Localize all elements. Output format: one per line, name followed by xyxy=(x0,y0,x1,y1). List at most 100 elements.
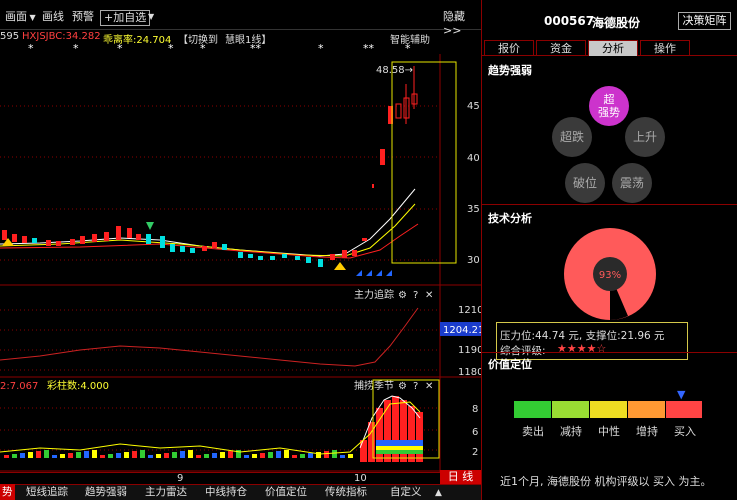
bottom-tab-short-track[interactable]: 短线追踪 xyxy=(26,484,68,500)
position-marker-icon: ▼ xyxy=(677,388,686,401)
mini-bar xyxy=(36,451,41,458)
high-price-label: 48.58→ xyxy=(376,65,413,76)
mini-bar xyxy=(324,451,329,458)
indicator-tick: 8 xyxy=(472,404,478,415)
mini-bar xyxy=(172,452,177,458)
scale-segment-increase xyxy=(628,401,665,418)
hide-panel-button[interactable]: 隐藏>> xyxy=(443,8,481,37)
scale-label-neutral: 中性 xyxy=(598,425,620,438)
mini-bar xyxy=(188,450,193,458)
gear-icon: ⚙ xyxy=(398,290,407,301)
tech-analysis-title: 技术分析 xyxy=(488,212,532,225)
period-day-button[interactable]: 日 线 xyxy=(440,470,481,484)
code-fragment: 595 xyxy=(0,31,20,42)
mini-bar xyxy=(212,453,217,458)
candlestick-chart[interactable]: 48.58→ 45 40 35 30 xyxy=(0,54,481,286)
indicator-tick: 1210 xyxy=(458,305,481,316)
indicator-tick: 1190 xyxy=(458,345,481,356)
bottom-tab-main-radar[interactable]: 主力雷达 xyxy=(145,484,187,500)
time-tick: 9 xyxy=(177,473,184,484)
bottom-tab-custom[interactable]: 自定义 xyxy=(390,484,422,500)
close-icon: ✕ xyxy=(425,381,433,392)
mini-bar xyxy=(252,454,257,458)
tab-operation[interactable]: 操作 xyxy=(640,40,690,56)
bottom-tab-value-position[interactable]: 价值定位 xyxy=(265,484,307,500)
scale-segment-buy xyxy=(666,401,702,418)
indicator-title: 主力追踪 xyxy=(354,288,394,301)
bottom-tab-trend[interactable]: 势 xyxy=(0,484,15,500)
scale-segment-sell xyxy=(514,401,551,418)
mini-bar xyxy=(308,453,313,458)
mini-bar xyxy=(140,450,145,458)
indicator-tick: 6 xyxy=(472,427,478,438)
tab-funds[interactable]: 资金 xyxy=(536,40,586,56)
triangle-up-icon[interactable]: ▲ xyxy=(435,488,442,498)
scale-label-sell: 卖出 xyxy=(522,425,544,438)
mini-bar xyxy=(300,454,305,458)
price-tick: 35 xyxy=(467,204,480,215)
price-tick: 45 xyxy=(467,101,480,112)
scale-segment-neutral xyxy=(590,401,627,418)
help-icon: ? xyxy=(413,381,418,392)
rating-summary: 近1个月, 海德股份 机构评级以 买入 为主。 xyxy=(500,475,712,488)
highlight-box xyxy=(391,61,457,264)
analysis-tabbar: 报价 资金 分析 操作 xyxy=(482,40,737,56)
bottom-tab-traditional[interactable]: 传统指标 xyxy=(325,484,367,500)
signal-star-row: * * * * * ** * ** * xyxy=(0,42,440,55)
fishing-value-label: 2:7.067 xyxy=(0,381,38,392)
tab-quote[interactable]: 报价 xyxy=(484,40,534,56)
bottom-tab-mid-holding[interactable]: 中线持仓 xyxy=(205,484,247,500)
main-force-tracking-chart[interactable]: 主力追踪 ⚙ ? ✕ 1210 1190 1180 1204.21 xyxy=(0,286,481,378)
fishing-season-chart[interactable]: 2:7.067 彩柱数:4.000 捕捞季节 ⚙ ? ✕ 8 6 2 xyxy=(0,378,481,472)
mini-bar xyxy=(44,450,49,458)
up-arrow-icon xyxy=(334,262,346,270)
mini-bar xyxy=(28,452,33,458)
mini-bar xyxy=(156,454,161,458)
mini-bar xyxy=(4,455,9,458)
indicator-title: 捕捞季节 xyxy=(354,379,394,392)
stock-code: 000567 xyxy=(544,14,595,28)
mini-bar xyxy=(244,455,249,458)
mini-bar xyxy=(348,454,353,458)
alert-button[interactable]: 预警 xyxy=(72,8,94,24)
tech-score-gauge: 93% xyxy=(564,228,656,320)
mini-bar xyxy=(284,450,289,458)
bottom-tab-trend-strength[interactable]: 趋势强弱 xyxy=(85,484,127,500)
price-tick: 30 xyxy=(467,255,480,266)
draw-line-button[interactable]: 画线 xyxy=(42,8,64,24)
mini-bar xyxy=(228,451,233,458)
trend-shock: 震荡 xyxy=(612,163,652,203)
mini-bar xyxy=(84,451,89,458)
time-tick: 10 xyxy=(354,473,367,484)
mini-bar xyxy=(292,455,297,458)
indicator-tick: 1180 xyxy=(458,367,481,378)
scale-label-increase: 增持 xyxy=(636,425,658,438)
decision-matrix-button[interactable]: 决策矩阵 xyxy=(678,12,731,30)
mini-bar xyxy=(108,454,113,458)
mini-bar xyxy=(196,455,201,458)
bar-count-label: 彩柱数:4.000 xyxy=(47,379,109,392)
time-axis: 9 10 xyxy=(0,472,481,484)
value-position-title: 价值定位 xyxy=(488,358,532,371)
divider xyxy=(482,204,737,205)
divider xyxy=(482,352,737,353)
mini-bar xyxy=(316,452,321,458)
gear-icon: ⚙ xyxy=(398,381,407,392)
mini-bar xyxy=(12,454,17,458)
mini-bar xyxy=(148,455,153,458)
mini-bar xyxy=(52,455,57,458)
indicator-tick: 2 xyxy=(472,447,478,458)
close-icon: ✕ xyxy=(425,290,433,301)
right-panel: 000567 海德股份 决策矩阵 报价 资金 分析 操作 趋势强弱 超 强势 超… xyxy=(481,0,737,500)
mini-bar xyxy=(68,453,73,458)
hxjs-label: HXJSJBC:34.282 xyxy=(22,31,101,42)
draw-view-button[interactable]: 画面 ▼ xyxy=(5,8,36,24)
dropdown-arrow-icon[interactable]: ▼ xyxy=(148,12,154,21)
current-value: 1204.21 xyxy=(443,325,481,336)
dropdown-arrow-icon: ▼ xyxy=(27,13,36,22)
add-watchlist-button[interactable]: +加自选 xyxy=(100,10,151,26)
tab-analysis[interactable]: 分析 xyxy=(588,40,638,56)
scale-label-reduce: 减持 xyxy=(560,425,582,438)
trend-super-strong: 超 强势 xyxy=(589,86,629,126)
pressure-support-text: 压力位:44.74 元, 支撑位:21.96 元 xyxy=(500,330,665,342)
